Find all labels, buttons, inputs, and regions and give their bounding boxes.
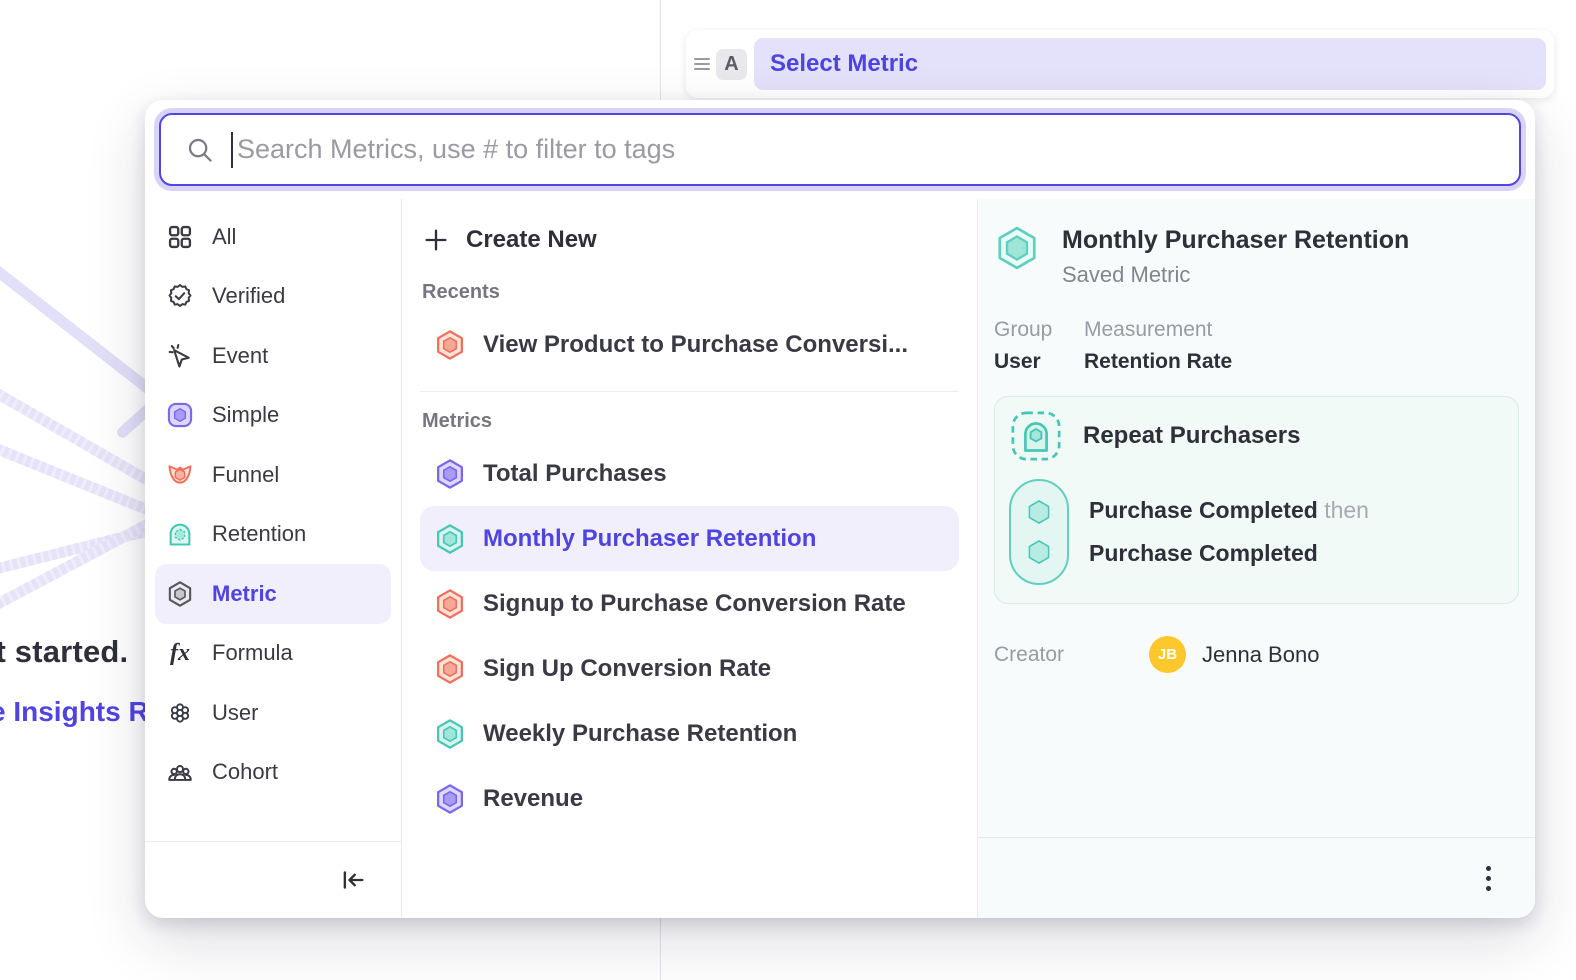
sidebar-item-funnel[interactable]: Funnel <box>155 445 391 505</box>
drag-handle-icon[interactable] <box>694 58 710 70</box>
create-new-label: Create New <box>466 226 597 254</box>
recents-section-label: Recents <box>422 281 957 304</box>
creator-label: Creator <box>994 643 1149 667</box>
metric-item-label: Total Purchases <box>483 460 667 488</box>
metric-item-revenue[interactable]: Revenue <box>420 766 959 831</box>
metric-item-total-purchases[interactable]: Total Purchases <box>420 441 959 506</box>
verified-badge-icon <box>165 281 195 311</box>
retention-hexagon-icon <box>434 523 466 555</box>
simple-hexagon-icon <box>434 458 466 490</box>
sidebar-footer <box>145 841 401 918</box>
simple-hexagon-icon <box>434 783 466 815</box>
sidebar-item-label: Retention <box>212 521 306 547</box>
metric-detail-panel: Monthly Purchaser Retention Saved Metric… <box>978 199 1535 918</box>
metric-item-label: Monthly Purchaser Retention <box>483 525 816 553</box>
group-label: Group <box>994 318 1084 342</box>
repeat-purchasers-icon <box>1009 409 1063 463</box>
sidebar-item-label: Metric <box>212 581 277 607</box>
get-started-headline-fragment: et started. <box>0 634 128 670</box>
metric-item-label: Signup to Purchase Conversion Rate <box>483 590 906 618</box>
grid-icon <box>165 222 195 252</box>
collapse-sidebar-icon[interactable] <box>339 866 367 894</box>
metric-item-weekly-purchase-retention[interactable]: Weekly Purchase Retention <box>420 701 959 766</box>
sidebar-item-label: User <box>212 700 258 726</box>
measurement-label: Measurement <box>1084 318 1232 342</box>
funnel-hexagon-icon <box>434 329 466 361</box>
recent-metric-item[interactable]: View Product to Purchase Conversi... <box>420 312 959 377</box>
select-metric-label: Select Metric <box>770 50 918 78</box>
detail-title: Monthly Purchaser Retention <box>1062 225 1409 256</box>
funnel-hexagon-icon <box>434 588 466 620</box>
results-list: Create New Recents View Product to Purch… <box>402 199 978 918</box>
simple-metric-icon <box>165 400 195 430</box>
definition-step-2: Purchase Completed <box>1089 540 1369 567</box>
more-options-icon[interactable] <box>1480 860 1497 897</box>
metric-item-signup-to-purchase-conversion-rate[interactable]: Signup to Purchase Conversion Rate <box>420 571 959 636</box>
sidebar-item-event[interactable]: Event <box>155 326 391 386</box>
filter-sidebar: All Verified Event <box>145 199 402 918</box>
detail-footer <box>978 837 1535 918</box>
sidebar-item-label: All <box>212 224 236 250</box>
sidebar-item-verified[interactable]: Verified <box>155 267 391 327</box>
metric-picker-modal: All Verified Event <box>145 100 1535 918</box>
insights-report-link-fragment[interactable]: e Insights Re <box>0 696 164 728</box>
saved-metric-icon <box>165 579 195 609</box>
funnel-metric-icon <box>165 460 195 490</box>
measurement-value: Retention Rate <box>1084 350 1232 374</box>
creator-avatar[interactable]: JB <box>1149 636 1186 673</box>
sidebar-item-simple[interactable]: Simple <box>155 386 391 446</box>
funnel-hexagon-icon <box>434 653 466 685</box>
select-metric-button[interactable]: Select Metric <box>754 38 1546 90</box>
creator-name: Jenna Bono <box>1202 642 1319 668</box>
search-icon <box>185 135 215 165</box>
group-value: User <box>994 350 1084 374</box>
search-bar[interactable] <box>159 113 1521 186</box>
detail-subtitle: Saved Metric <box>1062 262 1409 288</box>
user-cluster-icon <box>165 698 195 728</box>
metrics-section-label: Metrics <box>422 410 957 433</box>
event-hexagon-icon <box>1025 538 1053 566</box>
sidebar-item-label: Verified <box>212 283 285 309</box>
sidebar-item-label: Cohort <box>212 759 278 785</box>
search-input[interactable] <box>237 134 1495 165</box>
formula-icon: fx <box>165 638 195 668</box>
sidebar-item-formula[interactable]: fx Formula <box>155 624 391 684</box>
text-caret <box>231 132 233 168</box>
recent-metric-label: View Product to Purchase Conversi... <box>483 331 908 359</box>
sidebar-item-all[interactable]: All <box>155 207 391 267</box>
definition-title: Repeat Purchasers <box>1083 422 1300 450</box>
retention-metric-icon <box>165 519 195 549</box>
event-hexagon-icon <box>1025 498 1053 526</box>
sidebar-item-label: Formula <box>212 640 293 666</box>
sidebar-item-label: Funnel <box>212 462 279 488</box>
sidebar-item-user[interactable]: User <box>155 683 391 743</box>
definition-connector: then <box>1324 497 1369 523</box>
row-letter-badge[interactable]: A <box>716 49 747 80</box>
sidebar-item-label: Event <box>212 343 268 369</box>
event-sequence-capsule <box>1009 479 1069 585</box>
metric-item-label: Revenue <box>483 785 583 813</box>
metric-item-sign-up-conversion-rate[interactable]: Sign Up Conversion Rate <box>420 636 959 701</box>
cohort-people-icon <box>165 757 195 787</box>
sidebar-item-retention[interactable]: Retention <box>155 505 391 565</box>
sidebar-item-label: Simple <box>212 402 279 428</box>
create-new-button[interactable]: Create New <box>422 213 957 267</box>
sidebar-item-cohort[interactable]: Cohort <box>155 743 391 803</box>
plus-icon <box>422 226 450 254</box>
metric-item-label: Sign Up Conversion Rate <box>483 655 771 683</box>
saved-metric-hexagon-icon <box>994 225 1040 271</box>
metric-item-label: Weekly Purchase Retention <box>483 720 797 748</box>
list-divider <box>420 391 959 392</box>
definition-step-1: Purchase Completed <box>1089 497 1318 523</box>
metric-item-monthly-purchaser-retention[interactable]: Monthly Purchaser Retention <box>420 506 959 571</box>
retention-hexagon-icon <box>434 718 466 750</box>
event-cursor-icon <box>165 341 195 371</box>
metric-row: A Select Metric <box>686 30 1554 98</box>
definition-card: Repeat Purchasers Purchase Completed the <box>994 396 1519 604</box>
sidebar-item-metric[interactable]: Metric <box>155 564 391 624</box>
